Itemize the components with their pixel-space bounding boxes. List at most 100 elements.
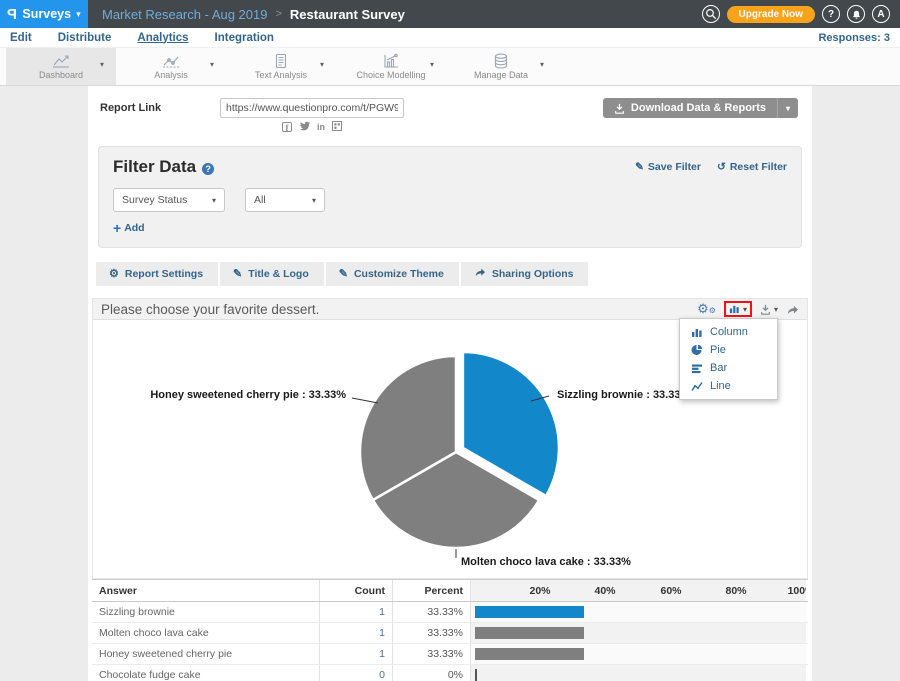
nav-item-analytics[interactable]: Analytics <box>137 32 188 44</box>
breadcrumb-survey-link[interactable]: Market Research - Aug 2019 <box>102 7 267 22</box>
menu-item-label: Column <box>710 326 748 338</box>
chevron-down-icon[interactable]: ▾ <box>320 60 324 69</box>
answer-cell: Molten choco lava cake <box>92 623 320 643</box>
count-cell: 0 <box>320 665 393 681</box>
menu-item-line[interactable]: Line <box>680 377 777 395</box>
pencil-icon: ✎ <box>635 161 644 173</box>
gears-icon: ⚙⚙ <box>697 301 716 316</box>
filter-field-value: Survey Status <box>122 194 187 206</box>
chart-share-button[interactable] <box>786 304 799 315</box>
count-cell: 1 <box>320 623 393 643</box>
scatter-chart-icon <box>160 53 182 69</box>
page-background: Report Link Download Data & Reports ▾ f … <box>0 86 900 681</box>
twitter-icon[interactable] <box>299 121 310 133</box>
add-filter-button[interactable]: + Add <box>113 222 163 234</box>
report-link-input[interactable] <box>220 98 404 118</box>
download-icon <box>760 304 771 315</box>
breadcrumb: Market Research - Aug 2019 > Restaurant … <box>102 0 405 28</box>
search-button[interactable] <box>702 5 720 23</box>
chart-settings-button[interactable]: ⚙⚙ <box>697 302 716 317</box>
count-cell: 1 <box>320 602 393 622</box>
result-bar <box>475 627 584 639</box>
header-percent: Percent <box>393 580 471 601</box>
chevron-down-icon: ▾ <box>76 9 81 20</box>
nav-item-integration[interactable]: Integration <box>215 32 274 44</box>
chevron-down-icon[interactable]: ▾ <box>540 60 544 69</box>
question-title: Please choose your favorite dessert. <box>101 302 319 317</box>
chevron-down-icon[interactable]: ▾ <box>430 60 434 69</box>
filter-value-dropdown[interactable]: All ▾ <box>245 188 325 212</box>
chart-type-icon <box>729 304 740 314</box>
answer-cell: Sizzling brownie <box>92 602 320 622</box>
download-data-reports-button[interactable]: Download Data & Reports ▾ <box>603 98 798 118</box>
toolbar-item-analysis[interactable]: Analysis ▾ <box>116 48 226 85</box>
avatar[interactable]: A <box>872 5 890 23</box>
help-button[interactable]: ? <box>822 5 840 23</box>
line-chart-icon <box>691 381 703 392</box>
gears-icon: ⚙ <box>109 267 119 280</box>
toolbar-item-choice-modelling[interactable]: Choice Modelling ▾ <box>336 48 446 85</box>
reset-icon: ↺ <box>717 161 726 173</box>
questionpro-logo: P <box>7 6 17 23</box>
chart-download-button[interactable]: ▾ <box>760 304 778 315</box>
nav-item-distribute[interactable]: Distribute <box>58 32 112 44</box>
filter-data-title: Filter Data <box>113 157 196 177</box>
filter-value-value: All <box>254 194 266 206</box>
tab-customize-theme[interactable]: ✎ Customize Theme <box>326 262 459 286</box>
download-dropdown-caret[interactable]: ▾ <box>777 98 798 118</box>
share-icons-row: f in <box>220 121 404 133</box>
tab-title-logo[interactable]: ✎ Title & Logo <box>220 262 324 286</box>
toolbar-item-dashboard[interactable]: Dashboard ▾ <box>6 48 116 85</box>
save-filter-button[interactable]: ✎ Save Filter <box>635 161 701 173</box>
reset-filter-button[interactable]: ↺Reset Filter <box>717 161 787 173</box>
menu-item-pie[interactable]: Pie <box>680 341 777 359</box>
scale-tick: 40% <box>594 580 615 601</box>
header-scale: 20% 40% 60% 80% 100% <box>471 580 806 601</box>
page-title: Restaurant Survey <box>290 7 405 22</box>
question-chart-card: Please choose your favorite dessert. ⚙⚙ … <box>92 298 808 579</box>
share-icon <box>474 267 486 280</box>
tab-sharing-options[interactable]: Sharing Options <box>461 262 589 286</box>
pie-slice-label: Molten choco lava cake : 33.33% <box>461 556 631 568</box>
save-filter-label: Save Filter <box>648 161 701 173</box>
report-link-row: Report Link Download Data & Reports ▾ <box>100 98 804 118</box>
question-header: Please choose your favorite dessert. ⚙⚙ … <box>93 299 807 320</box>
search-icon <box>705 8 717 20</box>
column-chart-icon <box>691 327 703 338</box>
chevron-down-icon[interactable]: ▾ <box>100 60 104 69</box>
table-row: Chocolate fudge cake 0 0% <box>92 665 808 681</box>
upgrade-now-button[interactable]: Upgrade Now <box>727 6 815 23</box>
answers-table: Answer Count Percent 20% 40% 60% 80% 100… <box>92 579 808 681</box>
add-filter-label: Add <box>124 222 144 234</box>
facebook-icon[interactable]: f <box>282 122 292 132</box>
chart-type-button-highlighted[interactable]: ▾ <box>724 301 752 317</box>
chevron-down-icon[interactable]: ▾ <box>210 60 214 69</box>
help-icon[interactable]: ? <box>202 163 214 175</box>
toolbar-item-manage-data[interactable]: Manage Data ▾ <box>446 48 556 85</box>
table-header-row: Answer Count Percent 20% 40% 60% 80% 100… <box>92 580 808 602</box>
surveys-product-switcher[interactable]: P Surveys ▾ <box>0 0 88 28</box>
download-button-label: Download Data & Reports <box>631 102 766 114</box>
chevron-down-icon: ▾ <box>212 196 216 205</box>
document-icon <box>270 53 292 69</box>
nav-item-edit[interactable]: Edit <box>10 32 32 44</box>
bar-cell <box>471 623 806 643</box>
toolbar-item-label: Text Analysis <box>255 70 307 80</box>
menu-item-label: Line <box>710 380 731 392</box>
embed-icon[interactable] <box>332 121 342 133</box>
answer-cell: Chocolate fudge cake <box>92 665 320 681</box>
toolbar-item-text-analysis[interactable]: Text Analysis ▾ <box>226 48 336 85</box>
dashboard-card: Report Link Download Data & Reports ▾ f … <box>88 86 812 681</box>
scale-tick: 60% <box>660 580 681 601</box>
line-chart-icon <box>50 53 72 69</box>
filter-field-dropdown[interactable]: Survey Status ▾ <box>113 188 225 212</box>
toolbar-item-label: Analysis <box>154 70 188 80</box>
model-chart-icon <box>380 53 402 69</box>
menu-item-column[interactable]: Column <box>680 323 777 341</box>
tab-report-settings[interactable]: ⚙ Report Settings <box>96 262 218 286</box>
linkedin-icon[interactable]: in <box>317 122 325 132</box>
menu-item-bar[interactable]: Bar <box>680 359 777 377</box>
tab-label: Sharing Options <box>492 268 574 280</box>
plus-icon: + <box>113 223 121 233</box>
notifications-button[interactable] <box>847 5 865 23</box>
